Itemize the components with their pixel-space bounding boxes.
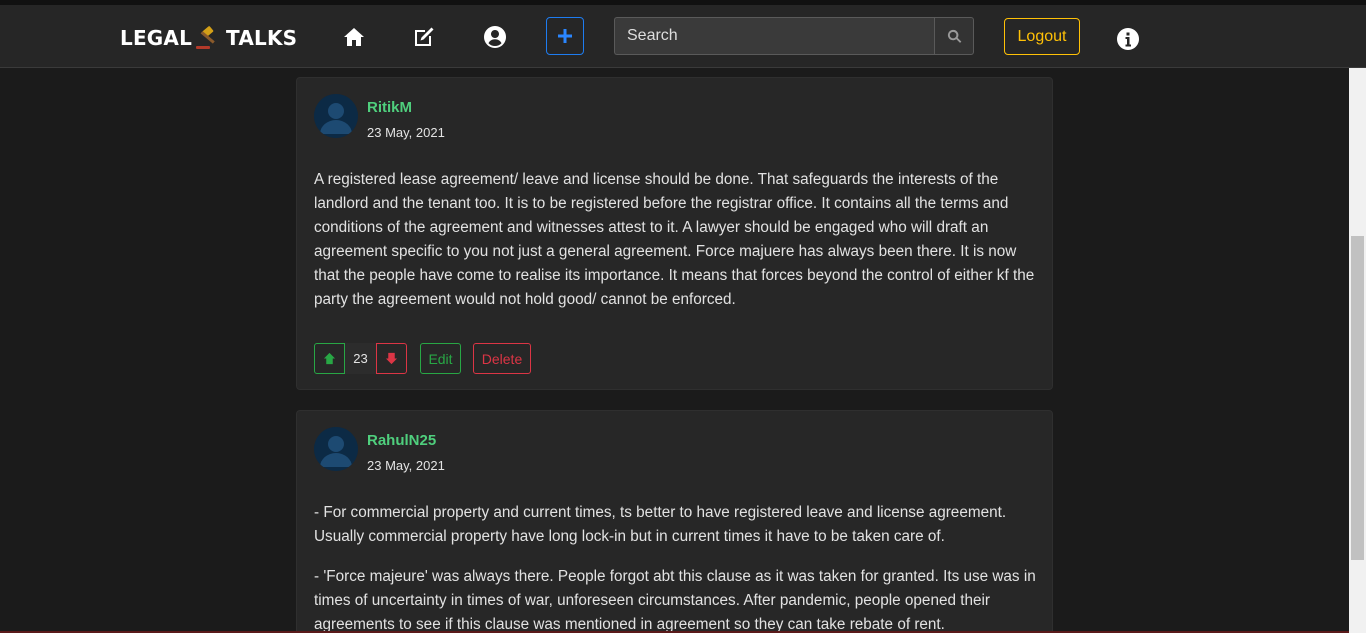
add-post-button[interactable] [546,17,584,55]
user-circle-icon[interactable] [481,23,509,51]
post-body: - For commercial property and current ti… [314,501,1039,633]
post-body: A registered lease agreement/ leave and … [314,168,1039,328]
post-paragraph: - 'Force majeure' was always there. Peop… [314,568,1036,633]
post-card: RahulN25 23 May, 2021 - For commercial p… [296,410,1053,633]
logout-button[interactable]: Logout [1004,18,1080,55]
arrow-up-icon [323,352,336,365]
post-card: RitikM 23 May, 2021 A registered lease a… [296,77,1053,390]
plus-icon [558,29,572,43]
brand-text-right: TALKS [226,26,298,50]
avatar-icon [314,94,358,138]
home-icon[interactable] [340,23,368,51]
post-date: 23 May, 2021 [367,458,445,473]
upvote-button[interactable] [314,343,345,374]
avatar[interactable] [314,427,358,471]
username[interactable]: RahulN25 [367,432,436,449]
avatar-icon [314,427,358,471]
search-icon [947,29,961,43]
post-paragraph: - For commercial property and current ti… [314,504,1007,545]
gavel-icon [194,25,224,51]
brand-logo[interactable]: LEGAL TALKS [120,25,297,51]
vote-bar: 23 Edit Delete [314,343,531,374]
edit-button[interactable]: Edit [420,343,461,374]
search-button[interactable] [934,17,974,55]
search-input[interactable] [614,17,934,55]
info-circle-icon[interactable] [1116,27,1140,51]
post-paragraph: A registered lease agreement/ leave and … [314,171,1035,308]
brand-text-left: LEGAL [120,26,193,50]
vote-count: 23 [345,343,376,374]
avatar[interactable] [314,94,358,138]
edit-icon[interactable] [410,23,438,51]
username[interactable]: RitikM [367,99,412,116]
arrow-down-icon [385,352,398,365]
search-bar [614,17,974,55]
post-date: 23 May, 2021 [367,125,445,140]
delete-button[interactable]: Delete [473,343,531,374]
downvote-button[interactable] [376,343,407,374]
scrollbar-thumb[interactable] [1351,236,1364,560]
navbar: LEGAL TALKS Logout [0,0,1366,68]
